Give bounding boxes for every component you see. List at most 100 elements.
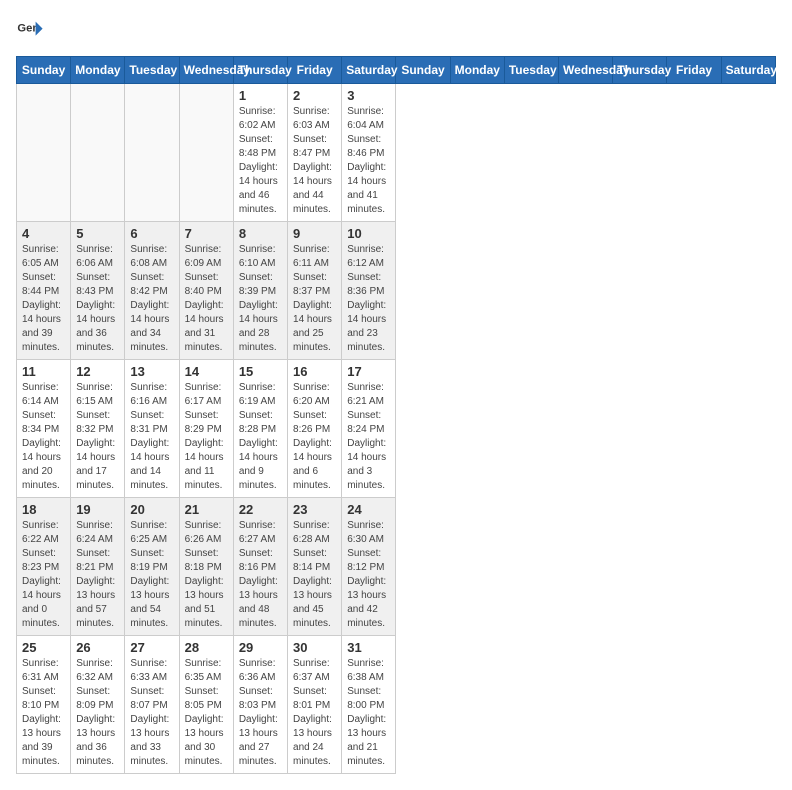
day-info: Sunrise: 6:37 AM Sunset: 8:01 PM Dayligh… (293, 657, 336, 769)
calendar-cell: 14Sunrise: 6:17 AM Sunset: 8:29 PM Dayli… (179, 360, 233, 498)
day-header-thursday: Thursday (613, 57, 667, 84)
day-number: 1 (239, 88, 282, 103)
calendar-cell: 4Sunrise: 6:05 AM Sunset: 8:44 PM Daylig… (17, 222, 71, 360)
day-info: Sunrise: 6:22 AM Sunset: 8:23 PM Dayligh… (22, 519, 65, 631)
day-header-sunday: Sunday (396, 57, 450, 84)
logo: Gen (16, 16, 48, 44)
day-info: Sunrise: 6:36 AM Sunset: 8:03 PM Dayligh… (239, 657, 282, 769)
calendar-cell: 19 Sunrise: 6:24 AM Sunset: 8:21 PM Dayli… (71, 498, 125, 636)
day-info: Sunrise: 6:15 AM Sunset: 8:32 PM Dayligh… (76, 381, 119, 493)
calendar-cell: 20 Sunrise: 6:25 AM Sunset: 8:19 PM Dayli… (125, 498, 179, 636)
calendar-week-row: 25 Sunrise: 6:31 AM Sunset: 8:10 PM Dayli… (17, 636, 776, 774)
calendar-cell: 29Sunrise: 6:36 AM Sunset: 8:03 PM Dayli… (233, 636, 287, 774)
day-header-friday: Friday (288, 57, 342, 84)
day-header-thursday: Thursday (233, 57, 287, 84)
day-info: Sunrise: 6:33 AM Sunset: 8:07 PM Dayligh… (130, 657, 173, 769)
day-info: Sunrise: 6:16 AM Sunset: 8:31 PM Dayligh… (130, 381, 173, 493)
day-number: 3 (347, 88, 390, 103)
calendar-cell: 24 Sunrise: 6:30 AM Sunset: 8:12 PM Dayli… (342, 498, 396, 636)
day-header-saturday: Saturday (721, 57, 775, 84)
calendar-cell: 25 Sunrise: 6:31 AM Sunset: 8:10 PM Dayli… (17, 636, 71, 774)
calendar-cell: 26Sunrise: 6:32 AM Sunset: 8:09 PM Dayli… (71, 636, 125, 774)
day-info: Sunrise: 6:26 AM Sunset: 8:18 PM Dayligh… (185, 519, 228, 631)
day-number: 10 (347, 226, 390, 241)
day-number: 15 (239, 364, 282, 379)
calendar-cell: 1Sunrise: 6:02 AM Sunset: 8:48 PM Daylig… (233, 84, 287, 222)
day-number: 22 (239, 502, 282, 517)
calendar-cell (71, 84, 125, 222)
day-number: 27 (130, 640, 173, 655)
day-info: Sunrise: 6:11 AM Sunset: 8:37 PM Dayligh… (293, 243, 336, 355)
calendar-cell: 10Sunrise: 6:12 AM Sunset: 8:36 PM Dayli… (342, 222, 396, 360)
calendar-cell (17, 84, 71, 222)
day-number: 19 (76, 502, 119, 517)
calendar-cell: 12Sunrise: 6:15 AM Sunset: 8:32 PM Dayli… (71, 360, 125, 498)
day-info: Sunrise: 6:31 AM Sunset: 8:10 PM Dayligh… (22, 657, 65, 769)
day-number: 30 (293, 640, 336, 655)
day-info: Sunrise: 6:21 AM Sunset: 8:24 PM Dayligh… (347, 381, 390, 493)
calendar-cell: 30 Sunrise: 6:37 AM Sunset: 8:01 PM Dayli… (288, 636, 342, 774)
calendar-cell: 22 Sunrise: 6:27 AM Sunset: 8:16 PM Dayli… (233, 498, 287, 636)
day-number: 28 (185, 640, 228, 655)
calendar-cell: 23 Sunrise: 6:28 AM Sunset: 8:14 PM Dayli… (288, 498, 342, 636)
day-number: 24 (347, 502, 390, 517)
calendar-week-row: 18 Sunrise: 6:22 AM Sunset: 8:23 PM Dayli… (17, 498, 776, 636)
day-header-monday: Monday (71, 57, 125, 84)
day-number: 23 (293, 502, 336, 517)
calendar-cell: 8Sunrise: 6:10 AM Sunset: 8:39 PM Daylig… (233, 222, 287, 360)
day-number: 6 (130, 226, 173, 241)
calendar-cell: 9 Sunrise: 6:11 AM Sunset: 8:37 PM Daylig… (288, 222, 342, 360)
calendar-table: SundayMondayTuesdayWednesdayThursdayFrid… (16, 56, 776, 774)
day-number: 13 (130, 364, 173, 379)
calendar-cell: 31Sunrise: 6:38 AM Sunset: 8:00 PM Dayli… (342, 636, 396, 774)
day-header-saturday: Saturday (342, 57, 396, 84)
day-header-sunday: Sunday (17, 57, 71, 84)
day-info: Sunrise: 6:08 AM Sunset: 8:42 PM Dayligh… (130, 243, 173, 355)
day-info: Sunrise: 6:32 AM Sunset: 8:09 PM Dayligh… (76, 657, 119, 769)
day-number: 20 (130, 502, 173, 517)
calendar-cell: 18 Sunrise: 6:22 AM Sunset: 8:23 PM Dayli… (17, 498, 71, 636)
day-info: Sunrise: 6:10 AM Sunset: 8:39 PM Dayligh… (239, 243, 282, 355)
day-header-wednesday: Wednesday (559, 57, 613, 84)
calendar-cell (179, 84, 233, 222)
calendar-cell: 28 Sunrise: 6:35 AM Sunset: 8:05 PM Dayli… (179, 636, 233, 774)
day-header-tuesday: Tuesday (125, 57, 179, 84)
calendar-header-row: SundayMondayTuesdayWednesdayThursdayFrid… (17, 57, 776, 84)
calendar-week-row: 4Sunrise: 6:05 AM Sunset: 8:44 PM Daylig… (17, 222, 776, 360)
day-number: 7 (185, 226, 228, 241)
calendar-cell: 3 Sunrise: 6:04 AM Sunset: 8:46 PM Daylig… (342, 84, 396, 222)
day-number: 25 (22, 640, 65, 655)
day-info: Sunrise: 6:35 AM Sunset: 8:05 PM Dayligh… (185, 657, 228, 769)
calendar-cell: 16 Sunrise: 6:20 AM Sunset: 8:26 PM Dayli… (288, 360, 342, 498)
day-info: Sunrise: 6:06 AM Sunset: 8:43 PM Dayligh… (76, 243, 119, 355)
day-info: Sunrise: 6:24 AM Sunset: 8:21 PM Dayligh… (76, 519, 119, 631)
calendar-cell: 27 Sunrise: 6:33 AM Sunset: 8:07 PM Dayli… (125, 636, 179, 774)
day-info: Sunrise: 6:27 AM Sunset: 8:16 PM Dayligh… (239, 519, 282, 631)
day-info: Sunrise: 6:04 AM Sunset: 8:46 PM Dayligh… (347, 105, 390, 217)
calendar-cell: 5Sunrise: 6:06 AM Sunset: 8:43 PM Daylig… (71, 222, 125, 360)
calendar-cell: 7Sunrise: 6:09 AM Sunset: 8:40 PM Daylig… (179, 222, 233, 360)
day-number: 18 (22, 502, 65, 517)
day-number: 4 (22, 226, 65, 241)
day-number: 9 (293, 226, 336, 241)
day-info: Sunrise: 6:17 AM Sunset: 8:29 PM Dayligh… (185, 381, 228, 493)
day-header-wednesday: Wednesday (179, 57, 233, 84)
day-number: 17 (347, 364, 390, 379)
calendar-cell: 17 Sunrise: 6:21 AM Sunset: 8:24 PM Dayli… (342, 360, 396, 498)
calendar-cell (125, 84, 179, 222)
page-header: Gen (16, 16, 776, 44)
day-info: Sunrise: 6:28 AM Sunset: 8:14 PM Dayligh… (293, 519, 336, 631)
day-number: 21 (185, 502, 228, 517)
day-info: Sunrise: 6:30 AM Sunset: 8:12 PM Dayligh… (347, 519, 390, 631)
day-info: Sunrise: 6:19 AM Sunset: 8:28 PM Dayligh… (239, 381, 282, 493)
day-number: 11 (22, 364, 65, 379)
calendar-cell: 15 Sunrise: 6:19 AM Sunset: 8:28 PM Dayli… (233, 360, 287, 498)
day-header-friday: Friday (667, 57, 721, 84)
day-number: 31 (347, 640, 390, 655)
calendar-week-row: 11Sunrise: 6:14 AM Sunset: 8:34 PM Dayli… (17, 360, 776, 498)
day-number: 2 (293, 88, 336, 103)
day-info: Sunrise: 6:20 AM Sunset: 8:26 PM Dayligh… (293, 381, 336, 493)
day-number: 16 (293, 364, 336, 379)
day-info: Sunrise: 6:03 AM Sunset: 8:47 PM Dayligh… (293, 105, 336, 217)
day-info: Sunrise: 6:25 AM Sunset: 8:19 PM Dayligh… (130, 519, 173, 631)
